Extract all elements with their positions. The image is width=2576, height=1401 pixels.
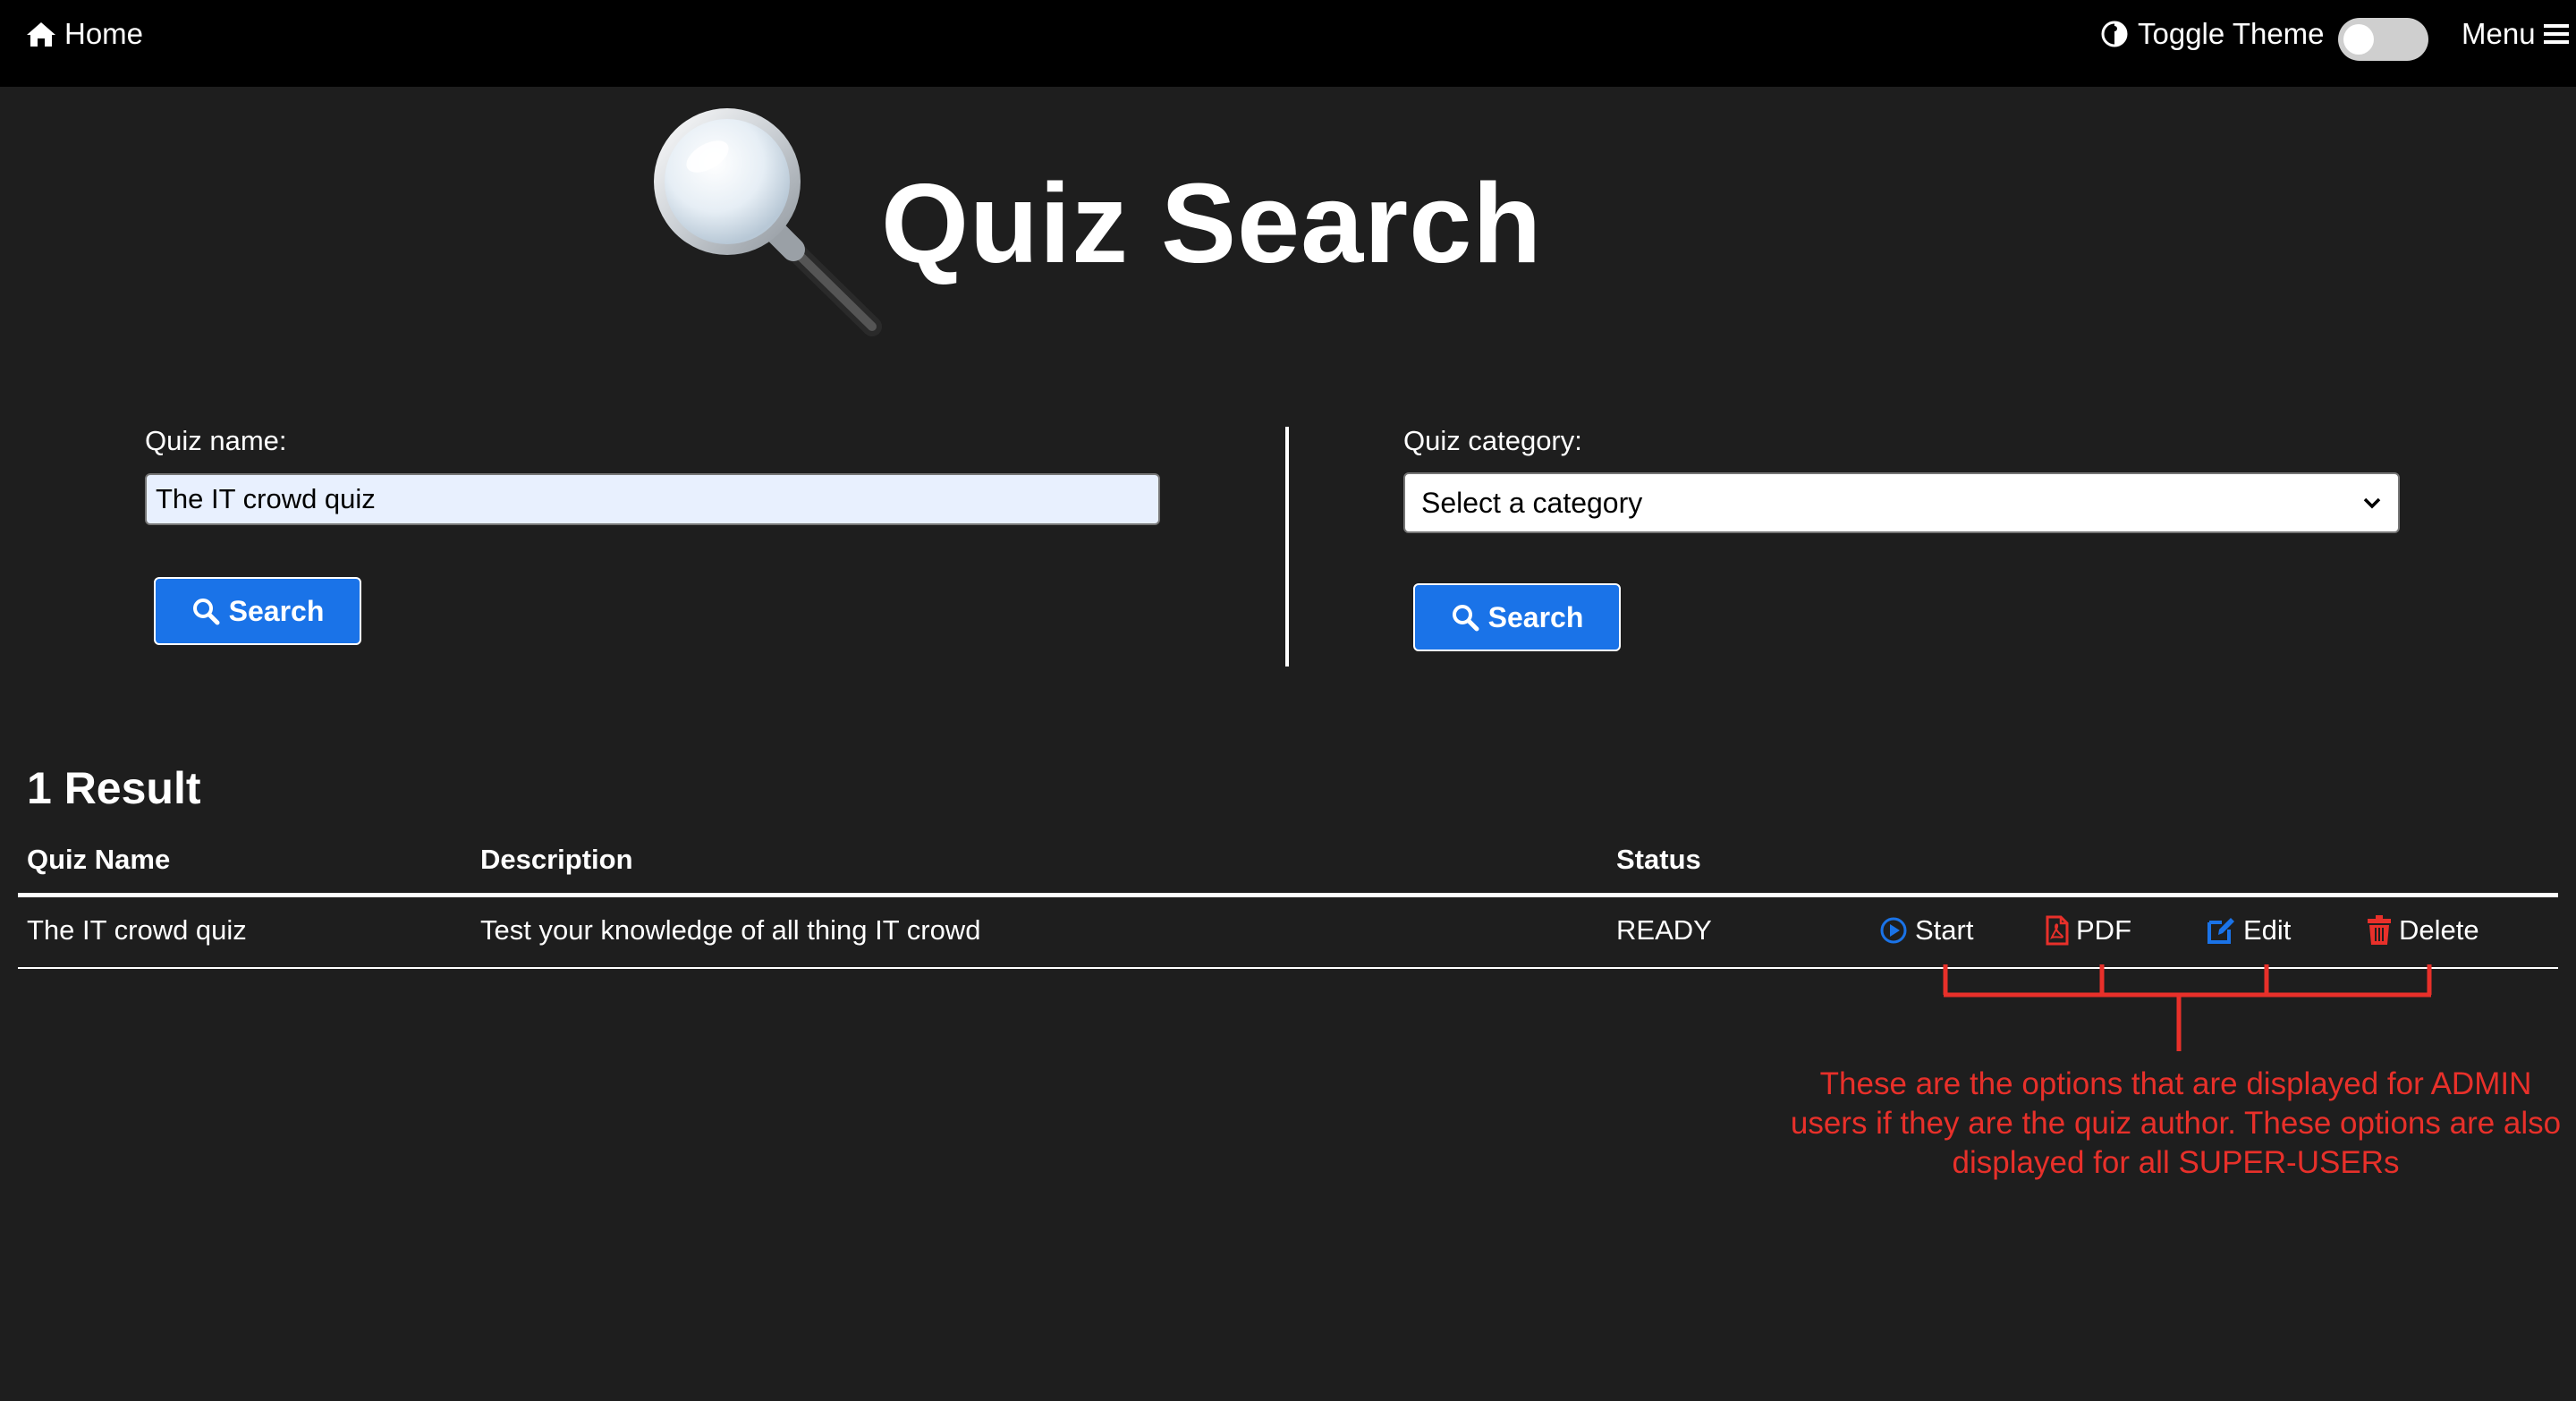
results-heading: 1 Result (27, 763, 201, 813)
theme-switch[interactable] (2338, 18, 2428, 61)
theme-icon (2101, 21, 2128, 47)
edit-action[interactable]: Edit (2206, 911, 2291, 950)
top-navbar: Home Toggle Theme Menu (0, 0, 2576, 87)
quiz-name-label: Quiz name: (145, 425, 287, 456)
menu-button[interactable]: Menu (2462, 13, 2570, 55)
row-description: Test your knowledge of all thing IT crow… (480, 914, 981, 946)
toggle-theme-button[interactable]: Toggle Theme (2100, 13, 2325, 55)
search-by-name-button-label: Search (228, 594, 325, 627)
search-icon (192, 599, 220, 625)
delete-action-label: Delete (2399, 914, 2479, 946)
edit-icon (2207, 918, 2234, 944)
pdf-action[interactable]: PDF (2046, 911, 2131, 950)
trash-icon (2368, 915, 2391, 945)
search-icon (1452, 605, 1479, 632)
quiz-name-input[interactable] (145, 473, 1160, 525)
quiz-category-select[interactable]: Select a category (1403, 472, 2400, 533)
search-by-category-button-label: Search (1487, 600, 1584, 633)
home-link[interactable]: Home (25, 13, 143, 55)
table-row-divider (18, 967, 2558, 969)
quiz-category-label: Quiz category: (1403, 425, 1582, 456)
column-header-status: Status (1616, 844, 1701, 875)
search-divider (1285, 427, 1289, 667)
home-icon (27, 22, 55, 47)
chevron-down-icon (2363, 497, 2381, 509)
hamburger-icon (2543, 24, 2569, 44)
row-quiz-name: The IT crowd quiz (27, 914, 247, 946)
theme-switch-knob (2343, 24, 2374, 55)
magnifier-icon (654, 108, 882, 336)
pdf-icon (2046, 915, 2069, 946)
start-action[interactable]: Start (1879, 911, 1973, 950)
edit-action-label: Edit (2243, 914, 2292, 946)
home-label: Home (64, 17, 144, 50)
toggle-theme-label: Toggle Theme (2138, 17, 2325, 50)
play-circle-icon (1880, 917, 1907, 944)
delete-action[interactable]: Delete (2367, 911, 2479, 950)
column-header-quiz-name: Quiz Name (27, 844, 171, 875)
pdf-action-label: PDF (2076, 914, 2131, 946)
page-title: Quiz Search (881, 160, 1543, 286)
column-header-description: Description (480, 844, 633, 875)
annotation-note: These are the options that are displayed… (1790, 1066, 2562, 1180)
search-by-name-button[interactable]: Search (154, 577, 361, 645)
table-header-divider (18, 893, 2558, 897)
row-status: READY (1616, 914, 1712, 946)
quiz-category-selected: Select a category (1421, 486, 1643, 519)
search-by-category-button[interactable]: Search (1413, 583, 1621, 651)
start-action-label: Start (1915, 914, 1974, 946)
menu-label: Menu (2462, 17, 2536, 50)
